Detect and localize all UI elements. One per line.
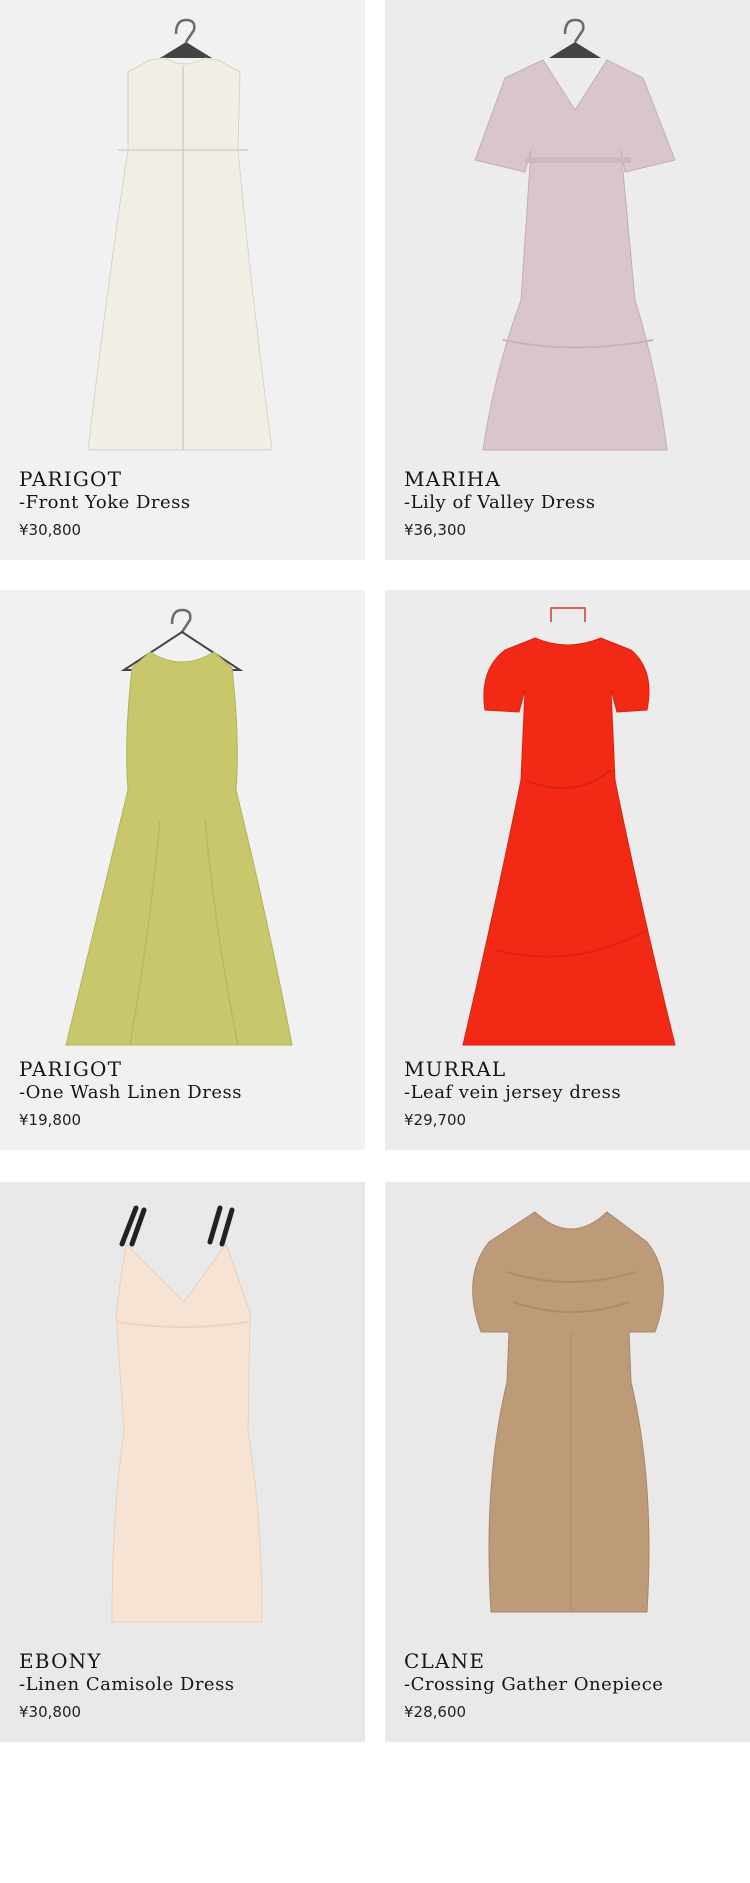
product-image[interactable] — [0, 0, 365, 460]
product-price: ¥19,800 — [19, 1111, 82, 1129]
product-name[interactable]: -Linen Camisole Dress — [19, 1674, 235, 1695]
product-brand[interactable]: CLANE — [404, 1649, 485, 1673]
product-card[interactable]: CLANE -Crossing Gather Onepiece ¥28,600 — [385, 1182, 750, 1742]
product-card[interactable]: PARIGOT -Front Yoke Dress ¥30,800 — [0, 0, 365, 560]
product-brand[interactable]: EBONY — [19, 1649, 102, 1673]
product-name[interactable]: -Front Yoke Dress — [19, 492, 191, 513]
product-image[interactable] — [0, 1182, 365, 1642]
product-image[interactable] — [0, 590, 365, 1050]
product-price: ¥29,700 — [404, 1111, 467, 1129]
product-name[interactable]: -Crossing Gather Onepiece — [404, 1674, 663, 1695]
dress-camisole-icon — [111, 1205, 263, 1623]
product-price: ¥28,600 — [404, 1703, 467, 1721]
product-name[interactable]: -Leaf vein jersey dress — [404, 1082, 621, 1103]
dress-flutter-sleeve-icon — [474, 18, 676, 451]
product-price: ¥36,300 — [404, 521, 467, 539]
product-image[interactable] — [385, 590, 750, 1050]
product-brand[interactable]: PARIGOT — [19, 467, 122, 491]
product-card[interactable]: MURRAL -Leaf vein jersey dress ¥29,700 — [385, 590, 750, 1150]
product-name[interactable]: -One Wash Linen Dress — [19, 1082, 242, 1103]
product-image[interactable] — [385, 0, 750, 460]
dress-puff-sleeve-icon — [462, 607, 676, 1046]
product-card[interactable]: EBONY -Linen Camisole Dress ¥30,800 — [0, 1182, 365, 1742]
product-brand[interactable]: MURRAL — [404, 1057, 506, 1081]
product-image[interactable] — [385, 1182, 750, 1642]
product-brand[interactable]: MARIHA — [404, 467, 501, 491]
dress-sleeveless-shirt-icon — [87, 18, 273, 451]
product-price: ¥30,800 — [19, 1703, 82, 1721]
dress-sleeveless-aline-icon — [65, 608, 293, 1046]
product-name[interactable]: -Lily of Valley Dress — [404, 492, 595, 513]
product-brand[interactable]: PARIGOT — [19, 1057, 122, 1081]
product-card[interactable]: MARIHA -Lily of Valley Dress ¥36,300 — [385, 0, 750, 560]
dress-gathered-sleeve-icon — [472, 1211, 664, 1613]
product-price: ¥30,800 — [19, 521, 82, 539]
product-card[interactable]: PARIGOT -One Wash Linen Dress ¥19,800 — [0, 590, 365, 1150]
